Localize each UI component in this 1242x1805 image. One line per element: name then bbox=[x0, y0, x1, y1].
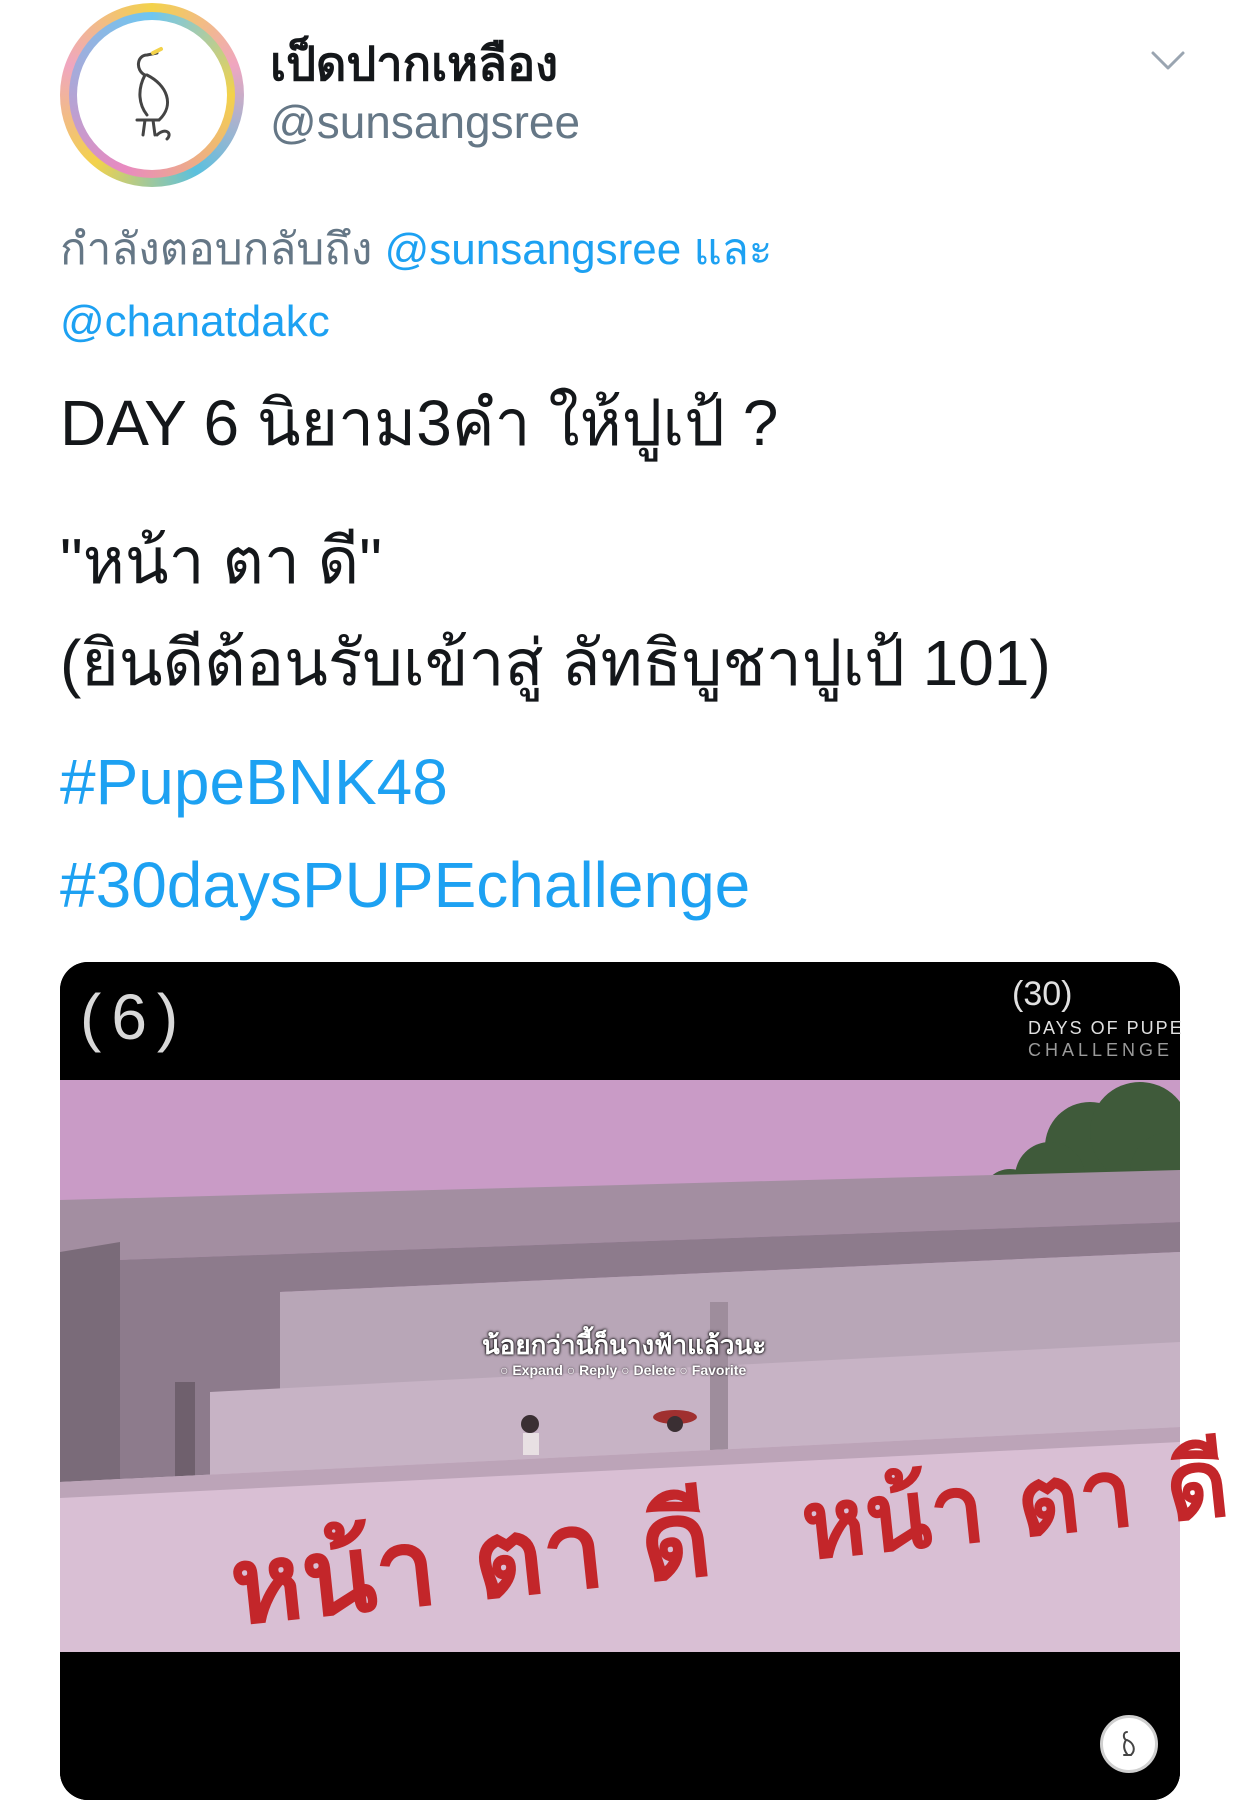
challenge-logo-number: (30) bbox=[1012, 975, 1073, 1013]
overlay-options: ○ Expand ○ Reply ○ Delete ○ Favorite bbox=[500, 1362, 747, 1378]
challenge-logo-title: DAYS OF PUPE bbox=[1028, 1018, 1184, 1038]
tweet-text-line: (ยินดีต้อนรับเข้าสู่ ลัทธิบูชาปูเป้ 101) bbox=[60, 627, 1051, 699]
avatar[interactable] bbox=[60, 3, 244, 187]
chevron-down-icon[interactable] bbox=[1150, 50, 1186, 72]
reply-prefix: กำลังตอบกลับถึง bbox=[60, 225, 373, 274]
hashtag-link[interactable]: #PupeBNK48 bbox=[60, 745, 448, 819]
tweet-media-image[interactable] bbox=[60, 962, 1180, 1800]
challenge-logo-subtitle: CHALLENGE bbox=[1028, 1040, 1174, 1060]
tweet-text-line: "หน้า ตา ดี" bbox=[60, 525, 382, 597]
user-handle[interactable]: @sunsangsree bbox=[270, 95, 580, 149]
day-counter: (6) bbox=[80, 981, 189, 1053]
hashtag-link[interactable]: #30daysPUPEchallenge bbox=[60, 848, 750, 922]
duck-watermark-icon bbox=[1100, 1715, 1158, 1773]
tweet-text-line: DAY 6 นิยาม3คำ ให้ปูเป้ ? bbox=[60, 387, 779, 459]
duck-icon bbox=[1122, 1731, 1135, 1756]
reply-context: กำลังตอบกลับถึง @sunsangsree และ @chanat… bbox=[60, 214, 1190, 358]
mention-link[interactable]: @chanatdakc bbox=[60, 297, 330, 346]
avatar-inner bbox=[77, 20, 227, 170]
avatar-ring bbox=[69, 12, 235, 178]
reply-and: และ bbox=[693, 225, 773, 274]
duck-icon bbox=[135, 47, 171, 141]
video-subtitle: น้อยกว่านี้ก็นางฟ้าแล้วนะ bbox=[482, 1330, 767, 1360]
mention-link[interactable]: @sunsangsree bbox=[385, 225, 682, 274]
media-scene bbox=[60, 962, 1180, 1800]
display-name[interactable]: เป็ดปากเหลือง bbox=[270, 26, 558, 101]
